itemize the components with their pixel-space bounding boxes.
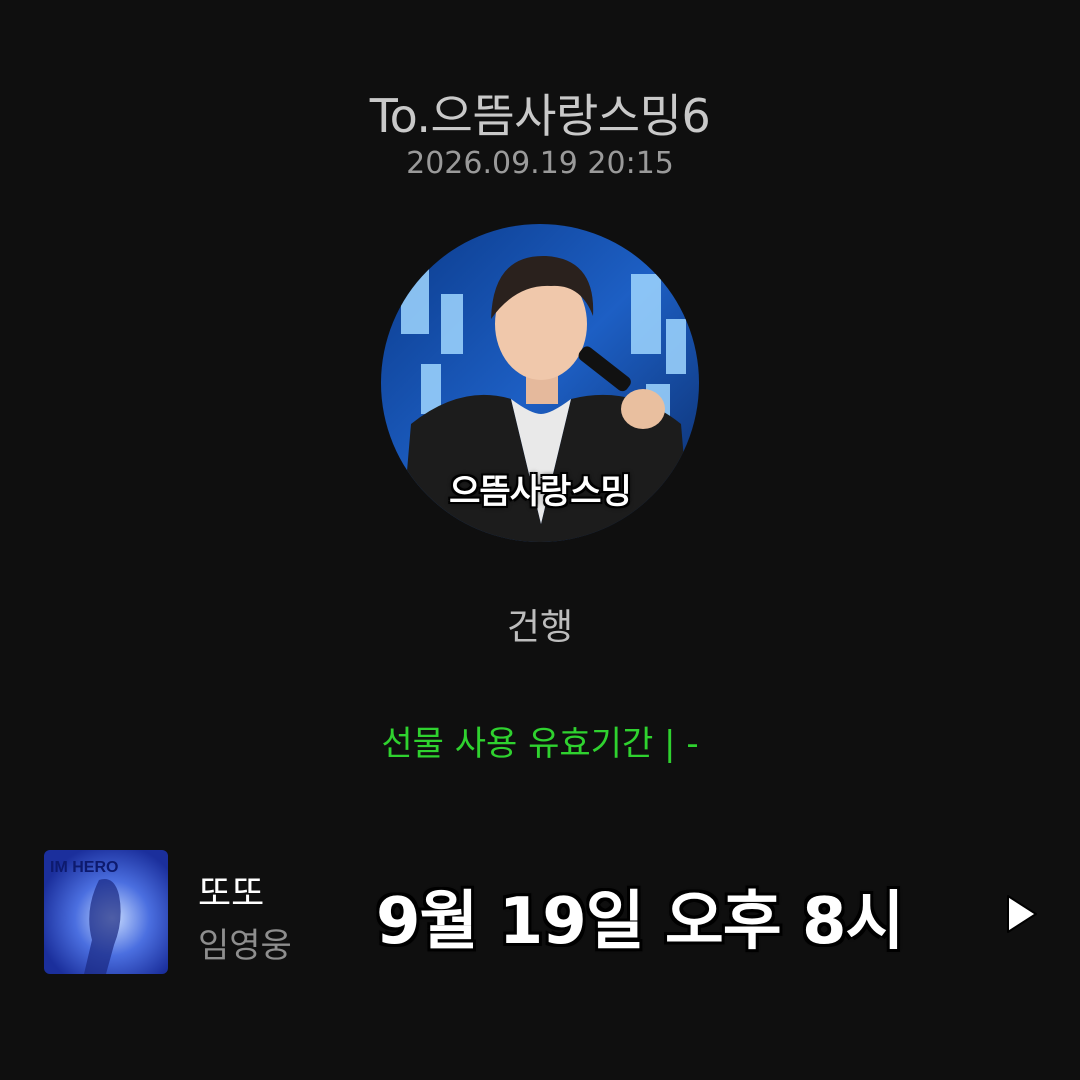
profile-avatar[interactable]: 으뜸사랑스밍 bbox=[381, 224, 699, 542]
avatar-caption: 으뜸사랑스밍 bbox=[449, 472, 632, 512]
song-title: 또또 bbox=[198, 873, 265, 914]
album-cover-image: IM HERO bbox=[44, 850, 168, 974]
gift-message: 건행 bbox=[506, 607, 574, 648]
gift-validity: 선물 사용 유효기간 | - bbox=[381, 724, 699, 764]
recipient-title: To.으뜸사랑스밍6 bbox=[369, 89, 711, 143]
album-art-text: IM HERO bbox=[50, 859, 118, 876]
music-player-bar[interactable]: IM HERO 또또 임영웅 9월 19일 오후 8시 bbox=[0, 848, 1080, 976]
play-icon bbox=[1007, 895, 1037, 933]
album-art[interactable]: IM HERO bbox=[44, 850, 168, 974]
play-button[interactable] bbox=[996, 890, 1044, 938]
song-artist: 임영웅 bbox=[198, 926, 292, 966]
schedule-overlay-text: 9월 19일 오후 8시 bbox=[376, 885, 904, 959]
gift-timestamp: 2026.09.19 20:15 bbox=[406, 146, 674, 181]
